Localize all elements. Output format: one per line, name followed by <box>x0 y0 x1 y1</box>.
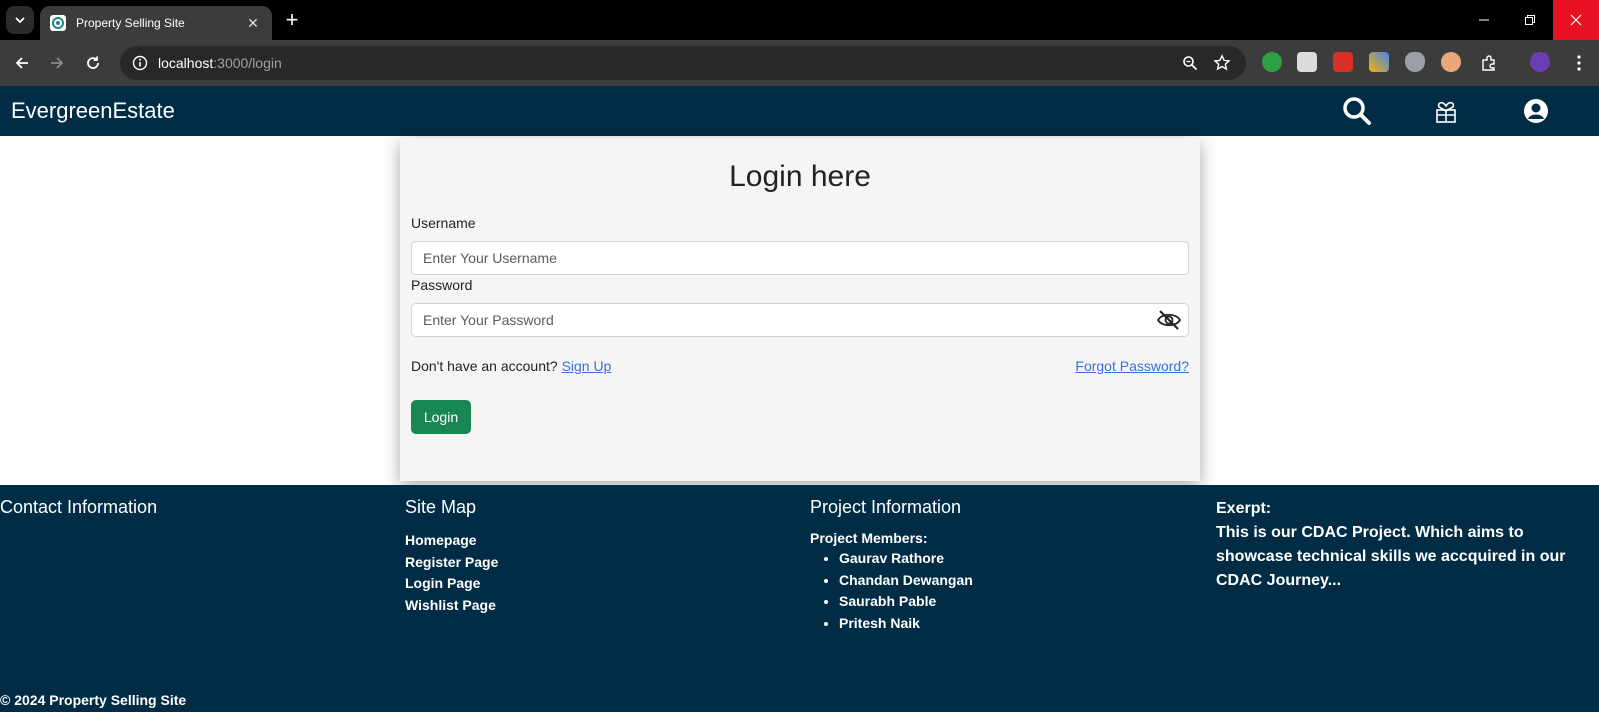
sitemap-title: Site Map <box>405 497 477 517</box>
zoom-button[interactable] <box>1177 48 1203 78</box>
signup-link[interactable]: Sign Up <box>562 358 612 374</box>
account-links-row: Don't have an account? Sign Up Forgot Pa… <box>411 358 1189 374</box>
footer-sitemap-column: Site Map Homepage Register Page Login Pa… <box>405 497 498 616</box>
url-host: localhost <box>158 55 214 71</box>
star-icon <box>1213 54 1231 71</box>
browser-tab-bar: Property Selling Site ✕ + <box>0 0 1599 40</box>
forgot-password-link[interactable]: Forgot Password? <box>1075 358 1189 374</box>
gift-heart-icon <box>1436 101 1456 123</box>
account-button[interactable] <box>1520 95 1552 127</box>
eye-slash-icon <box>1156 310 1182 330</box>
address-bar[interactable]: localhost:3000/login <box>120 46 1246 80</box>
browser-toolbar: localhost:3000/login <box>0 40 1599 86</box>
browser-tab[interactable]: Property Selling Site ✕ <box>40 6 272 40</box>
site-footer: Contact Information Site Map Homepage Re… <box>0 485 1599 712</box>
forward-button[interactable] <box>42 48 72 78</box>
zoom-icon <box>1183 56 1198 71</box>
username-label: Username <box>411 215 476 231</box>
login-heading: Login here <box>729 160 871 193</box>
extensions-button[interactable] <box>1476 48 1502 78</box>
contact-title: Contact Information <box>0 497 158 517</box>
username-field[interactable] <box>411 241 1189 275</box>
extension-badge-icon[interactable] <box>1405 52 1425 72</box>
arrow-right-icon <box>51 57 64 69</box>
password-field[interactable] <box>411 303 1189 337</box>
member-item: Chandan Dewangan <box>839 570 973 592</box>
footer-exerpt-column: Exerpt: This is our CDAC Project. Which … <box>1216 497 1596 593</box>
back-button[interactable] <box>7 48 37 78</box>
copyright-text: © 2024 Property Selling Site <box>0 692 187 708</box>
user-circle-icon <box>1524 99 1548 123</box>
tab-search-button[interactable] <box>6 6 34 34</box>
url-text: localhost:3000/login <box>158 55 282 71</box>
restore-icon <box>1525 15 1535 25</box>
extension-qr-icon[interactable] <box>1297 52 1317 72</box>
members-title: Project Members: <box>810 530 928 546</box>
site-info-icon <box>132 55 148 71</box>
puzzle-icon <box>1482 55 1495 71</box>
no-account-text: Don't have an account? <box>411 358 558 374</box>
wishlist-button[interactable] <box>1430 95 1462 127</box>
sitemap-link-homepage[interactable]: Homepage <box>405 530 498 552</box>
site-favicon-icon <box>50 15 66 31</box>
brand-logo[interactable]: EvergreenEstate <box>11 98 175 124</box>
window-close-button[interactable] <box>1553 0 1599 40</box>
window-minimize-button[interactable] <box>1461 0 1507 40</box>
profile-avatar-icon[interactable] <box>1530 52 1550 72</box>
extension-check-icon[interactable] <box>1262 52 1282 72</box>
search-button[interactable] <box>1341 95 1373 127</box>
members-list: Gaurav Rathore Chandan Dewangan Saurabh … <box>810 548 973 634</box>
main-content: Login here Username Password Don't have … <box>0 136 1599 485</box>
tab-close-icon[interactable]: ✕ <box>244 15 262 32</box>
new-tab-button[interactable]: + <box>280 7 304 32</box>
login-card: Login here Username Password Don't have … <box>400 138 1200 481</box>
footer-project-column: Project Information Project Members: Gau… <box>810 497 973 634</box>
arrow-left-icon <box>15 57 28 69</box>
minimize-icon <box>1479 19 1489 21</box>
chevron-down-icon <box>15 17 25 24</box>
site-header: EvergreenEstate <box>0 86 1599 136</box>
search-icon <box>1343 97 1371 125</box>
member-item: Saurabh Pable <box>839 591 973 613</box>
exerpt-body: This is our CDAC Project. Which aims to … <box>1216 524 1566 589</box>
bookmark-button[interactable] <box>1209 48 1235 78</box>
username-input[interactable] <box>423 250 1143 266</box>
sitemap-link-login[interactable]: Login Page <box>405 573 498 595</box>
reload-button[interactable] <box>78 48 108 78</box>
window-restore-button[interactable] <box>1507 0 1553 40</box>
password-label: Password <box>411 277 473 293</box>
kebab-menu-icon <box>1577 55 1581 71</box>
toggle-password-button[interactable] <box>1156 309 1182 331</box>
close-icon <box>1570 14 1582 26</box>
footer-contact-column: Contact Information <box>0 497 157 530</box>
extension-pen-icon[interactable] <box>1369 52 1389 72</box>
tab-title: Property Selling Site <box>76 16 185 30</box>
project-title: Project Information <box>810 497 962 517</box>
sitemap-link-wishlist[interactable]: Wishlist Page <box>405 595 498 617</box>
browser-menu-button[interactable] <box>1566 48 1592 78</box>
extension-shield-icon[interactable] <box>1333 52 1353 72</box>
reload-icon <box>87 56 99 69</box>
extension-glasses-icon[interactable] <box>1441 52 1461 72</box>
member-item: Pritesh Naik <box>839 613 973 635</box>
sitemap-link-register[interactable]: Register Page <box>405 552 498 574</box>
exerpt-title: Exerpt: <box>1216 500 1272 517</box>
password-input[interactable] <box>423 312 1143 328</box>
plus-icon: + <box>285 7 299 32</box>
login-button[interactable]: Login <box>411 400 471 434</box>
url-path: :3000/login <box>213 55 282 71</box>
member-item: Gaurav Rathore <box>839 548 973 570</box>
